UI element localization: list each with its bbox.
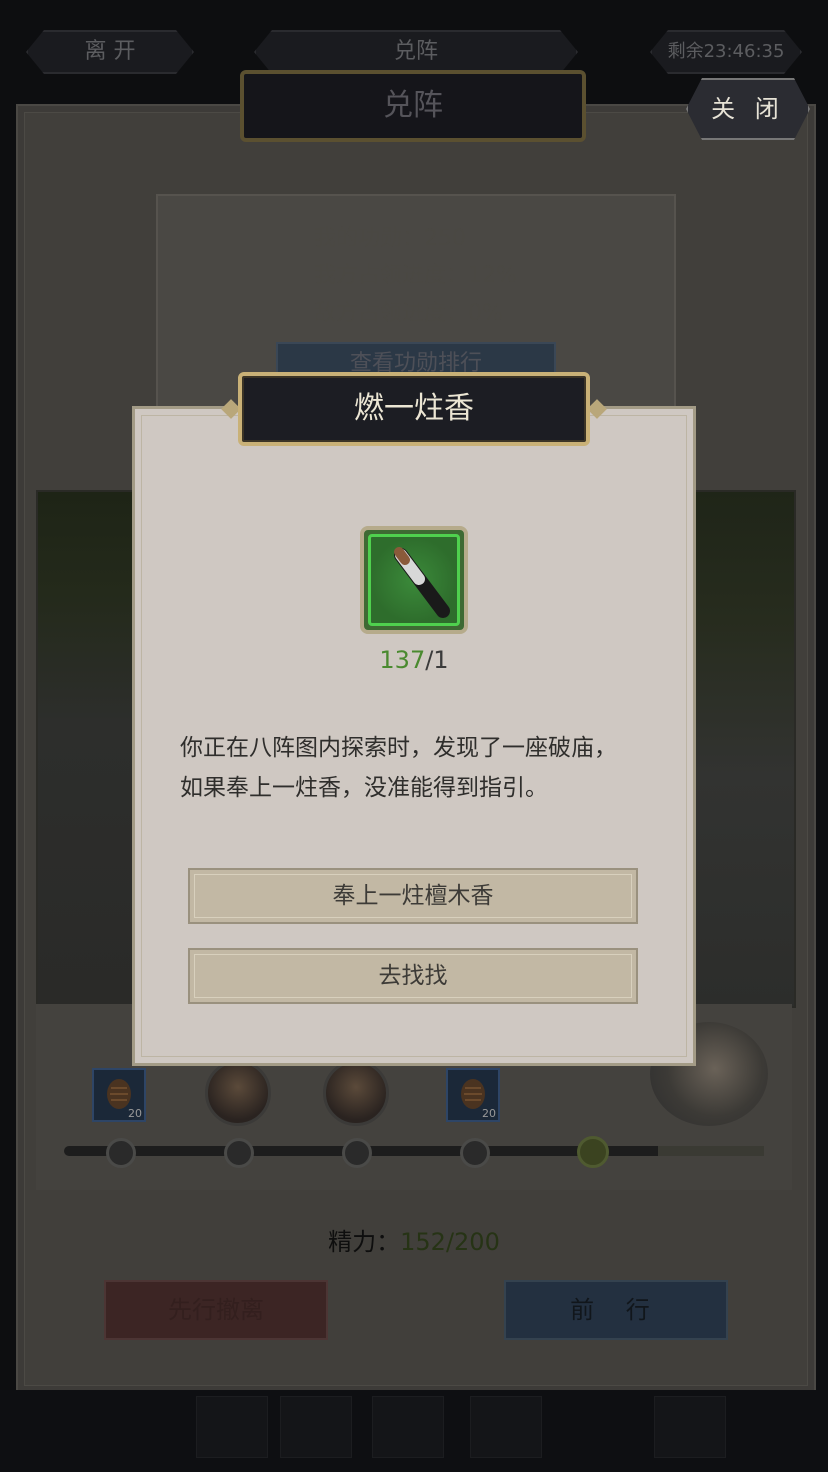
merit-line: 我的功勋：250 <box>314 226 467 251</box>
go-search-button[interactable]: 去找找 <box>188 948 638 1004</box>
top-title: 兑阵 <box>254 30 578 74</box>
dialog-title: 燃一炷香 <box>238 372 590 446</box>
shell-item-icon[interactable]: 20 <box>446 1068 500 1122</box>
item-count: 137/1 <box>379 646 449 674</box>
retreat-button[interactable]: 先行撤离 <box>104 1280 328 1340</box>
ally-progress-line: 我方占领进度：12% <box>314 263 517 288</box>
dialog-description: 你正在八阵图内探索时，发现了一座破庙， 如果奉上一炷香，没准能得到指引。 <box>180 735 617 801</box>
leave-button[interactable]: 离 开 <box>26 30 194 74</box>
forward-button[interactable]: 前 行 <box>504 1280 728 1340</box>
warrior-portrait[interactable] <box>205 1060 271 1126</box>
bottom-hero-bar <box>0 1390 828 1472</box>
track-node <box>460 1138 490 1168</box>
scene-image-left <box>36 490 140 1008</box>
track-node-current <box>577 1136 609 1168</box>
lady-portrait[interactable] <box>323 1060 389 1126</box>
scene-image-right <box>690 490 796 1008</box>
incense-item-slot[interactable] <box>360 526 468 634</box>
progress-remaining <box>658 1146 764 1156</box>
enemy-progress-line: 敌方占领进度：0% <box>314 301 503 326</box>
energy-display: 精力：152/200 <box>328 1228 500 1256</box>
timer-badge: 剩余23:46:35 <box>650 30 802 74</box>
shell-item-icon[interactable]: 20 <box>92 1068 146 1122</box>
panel-title: 兑阵 <box>240 70 586 142</box>
track-node <box>224 1138 254 1168</box>
close-button[interactable]: 关 闭 <box>686 78 810 140</box>
incense-icon <box>368 534 460 626</box>
offer-sandalwood-button[interactable]: 奉上一炷檀木香 <box>188 868 638 924</box>
track-node <box>106 1138 136 1168</box>
track-node <box>342 1138 372 1168</box>
